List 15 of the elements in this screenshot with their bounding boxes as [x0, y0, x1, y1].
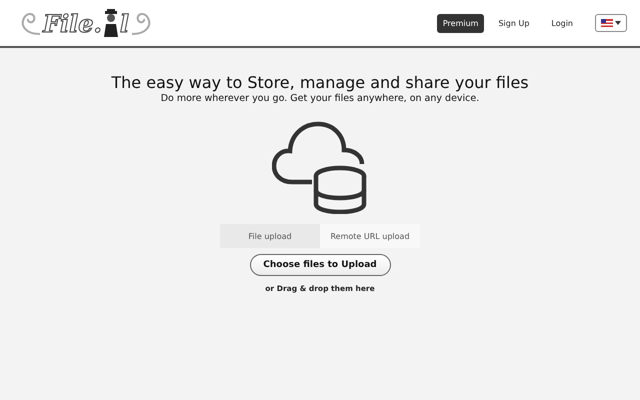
caret-icon [615, 21, 621, 25]
upload-button[interactable]: Choose files to Upload [250, 254, 390, 276]
tab[interactable]: Remote URL upload [320, 224, 420, 248]
tab[interactable]: File upload [220, 224, 320, 248]
cloud-database-icon [272, 120, 368, 214]
nav-link[interactable]: Sign Up [492, 14, 536, 32]
flag-icon [601, 19, 613, 27]
nav-link[interactable]: Login [545, 14, 579, 32]
logo-text[interactable]: File. [43, 8, 102, 38]
headline: The easy way to Store, manage and share your files [111, 73, 529, 92]
person-icon [102, 9, 119, 37]
premium-button[interactable]: Premium [436, 14, 484, 32]
logo-text[interactable]: l [120, 8, 130, 38]
subtitle: Do more wherever you go. Get your files anywhere, on any device. [160, 93, 480, 104]
language-dropdown[interactable] [595, 14, 627, 32]
